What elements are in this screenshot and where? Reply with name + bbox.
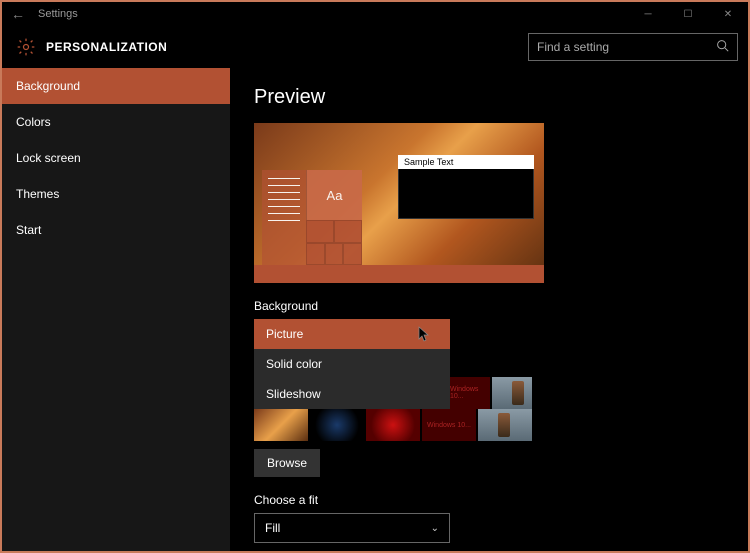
sidebar-item-label: Start xyxy=(16,223,41,237)
titlebar: ← Settings ─ ☐ ✕ xyxy=(2,2,748,26)
browse-button[interactable]: Browse xyxy=(254,449,320,477)
preview-sample-body xyxy=(398,169,534,219)
thumbnail-caption: Windows 10... xyxy=(427,422,471,429)
dropdown-option-picture[interactable]: Picture xyxy=(254,319,450,349)
sidebar-item-label: Background xyxy=(16,79,80,93)
preview-sample-title: Sample Text xyxy=(398,155,534,169)
maximize-button[interactable]: ☐ xyxy=(668,2,708,26)
sidebar: Background Colors Lock screen Themes Sta… xyxy=(2,68,230,551)
preview-start-list xyxy=(262,170,306,265)
window-controls: ─ ☐ ✕ xyxy=(628,2,748,26)
back-button[interactable]: ← xyxy=(2,6,34,22)
fit-label: Choose a fit xyxy=(254,493,724,507)
thumbnail[interactable] xyxy=(254,409,308,441)
minimize-button[interactable]: ─ xyxy=(628,2,668,26)
sidebar-item-colors[interactable]: Colors xyxy=(2,104,230,140)
dropdown-option-label: Slideshow xyxy=(266,387,321,401)
gear-icon xyxy=(16,37,36,57)
dropdown-option-label: Picture xyxy=(266,327,303,341)
settings-window: ← Settings ─ ☐ ✕ PERSONALIZATION Backgro… xyxy=(2,2,748,551)
preview-sample-window: Sample Text xyxy=(398,155,534,219)
desktop-preview: Aa Sample Text xyxy=(254,123,544,283)
preview-start-overlay: Aa xyxy=(262,170,362,265)
header: PERSONALIZATION xyxy=(2,26,748,68)
cursor-icon xyxy=(418,326,432,345)
thumbnail-peek: Windows 10... xyxy=(450,377,532,409)
thumbnail[interactable] xyxy=(478,409,532,441)
search-icon xyxy=(716,39,729,55)
dropdown-option-slideshow[interactable]: Slideshow xyxy=(254,379,450,409)
background-label: Background xyxy=(254,299,724,313)
dropdown-option-label: Solid color xyxy=(266,357,322,371)
sidebar-item-themes[interactable]: Themes xyxy=(2,176,230,212)
dropdown-list: Picture Solid color Slideshow xyxy=(254,319,450,409)
body: Background Colors Lock screen Themes Sta… xyxy=(2,68,748,551)
chevron-down-icon: ⌄ xyxy=(431,523,439,534)
content: Preview Aa Sample Text xyxy=(230,68,748,551)
sidebar-item-label: Colors xyxy=(16,115,51,129)
window-title: Settings xyxy=(34,8,628,20)
dropdown-option-solidcolor[interactable]: Solid color xyxy=(254,349,450,379)
sidebar-item-background[interactable]: Background xyxy=(2,68,230,104)
thumbnail[interactable]: Windows 10... xyxy=(450,377,490,409)
thumbnail[interactable] xyxy=(310,409,364,441)
sidebar-item-label: Lock screen xyxy=(16,151,81,165)
thumbnail-strip: Windows 10... xyxy=(254,409,724,441)
sidebar-item-label: Themes xyxy=(16,187,59,201)
preview-heading: Preview xyxy=(254,86,724,109)
page-title: PERSONALIZATION xyxy=(46,40,528,54)
thumbnail[interactable]: Windows 10... xyxy=(422,409,476,441)
sidebar-item-lockscreen[interactable]: Lock screen xyxy=(2,140,230,176)
sidebar-item-start[interactable]: Start xyxy=(2,212,230,248)
thumbnail-caption: Windows 10... xyxy=(450,386,490,400)
search-box[interactable] xyxy=(528,33,738,61)
thumbnail[interactable] xyxy=(492,377,532,409)
fit-value: Fill xyxy=(265,521,280,535)
search-input[interactable] xyxy=(537,40,716,54)
fit-dropdown[interactable]: Fill ⌄ xyxy=(254,513,450,543)
preview-tile-aa: Aa xyxy=(306,170,362,220)
background-dropdown[interactable]: Picture Solid color Slideshow xyxy=(254,319,450,409)
preview-tiles: Aa xyxy=(306,170,362,265)
thumbnail[interactable] xyxy=(366,409,420,441)
preview-taskbar xyxy=(254,265,544,283)
close-button[interactable]: ✕ xyxy=(708,2,748,26)
